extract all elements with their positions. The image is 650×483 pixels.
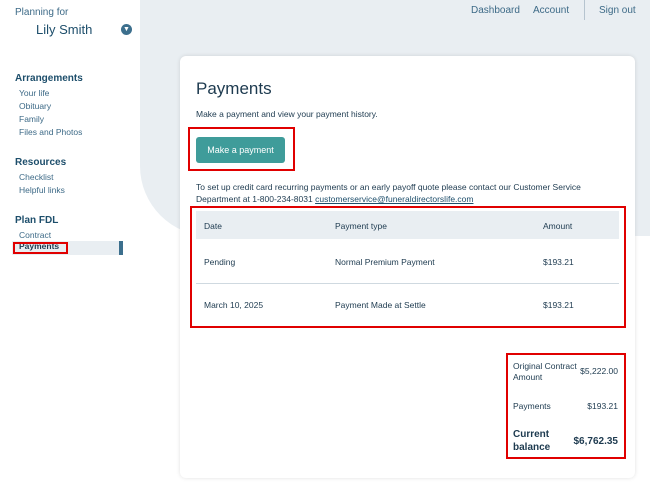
sidebar: Planning for Lily Smith ▼ Arrangements Y… bbox=[0, 0, 140, 483]
sidebar-item-checklist[interactable]: Checklist bbox=[19, 172, 53, 183]
sidebar-item-contract[interactable]: Contract bbox=[19, 230, 51, 241]
page-title: Payments bbox=[196, 79, 272, 98]
sidebar-item-your-life[interactable]: Your life bbox=[19, 88, 49, 99]
nav-signout-link[interactable]: Sign out bbox=[599, 5, 636, 16]
section-title-resources: Resources bbox=[15, 157, 67, 168]
chevron-down-icon[interactable]: ▼ bbox=[121, 24, 132, 35]
column-header-amount: Amount bbox=[543, 221, 573, 231]
section-title-arrangements: Arrangements bbox=[15, 73, 83, 84]
nav-dashboard-link[interactable]: Dashboard bbox=[471, 5, 520, 16]
column-header-payment-type: Payment type bbox=[335, 221, 387, 231]
nav-account-link[interactable]: Account bbox=[533, 5, 569, 16]
original-contract-value: $5,222.00 bbox=[580, 366, 618, 376]
planning-name[interactable]: Lily Smith bbox=[36, 22, 92, 37]
planning-for-label: Planning for bbox=[15, 7, 69, 18]
customer-service-email-link[interactable]: customerservice@funeraldirectorslife.com bbox=[315, 194, 473, 204]
column-header-date: Date bbox=[204, 221, 222, 231]
nav-divider bbox=[584, 0, 585, 20]
payments-total-label: Payments bbox=[513, 401, 551, 411]
intro-text: Make a payment and view your payment his… bbox=[196, 109, 378, 119]
sidebar-item-files-photos[interactable]: Files and Photos bbox=[19, 127, 82, 138]
table-row-1-amount: $193.21 bbox=[543, 257, 574, 267]
payments-total-value: $193.21 bbox=[587, 401, 618, 411]
highlight-box-payments bbox=[13, 242, 68, 254]
table-row-2-type: Payment Made at Settle bbox=[335, 300, 426, 310]
original-contract-label: Original Contract Amount bbox=[513, 361, 577, 382]
current-balance-label: Current balance bbox=[513, 429, 551, 453]
section-title-plan-fdl: Plan FDL bbox=[15, 215, 59, 226]
table-row-1-date: Pending bbox=[204, 257, 236, 267]
table-row-2-amount: $193.21 bbox=[543, 300, 574, 310]
table-row-1-type: Normal Premium Payment bbox=[335, 257, 435, 267]
current-balance-value: $6,762.35 bbox=[573, 436, 619, 447]
make-payment-button[interactable]: Make a payment bbox=[196, 137, 285, 163]
table-row-2-date: March 10, 2025 bbox=[204, 300, 264, 310]
table-row-divider bbox=[196, 283, 619, 284]
sidebar-item-helpful-links[interactable]: Helpful links bbox=[19, 185, 65, 196]
sidebar-item-obituary[interactable]: Obituary bbox=[19, 101, 51, 112]
contact-info: To set up credit card recurring payments… bbox=[196, 181, 616, 205]
sidebar-item-family[interactable]: Family bbox=[19, 114, 44, 125]
